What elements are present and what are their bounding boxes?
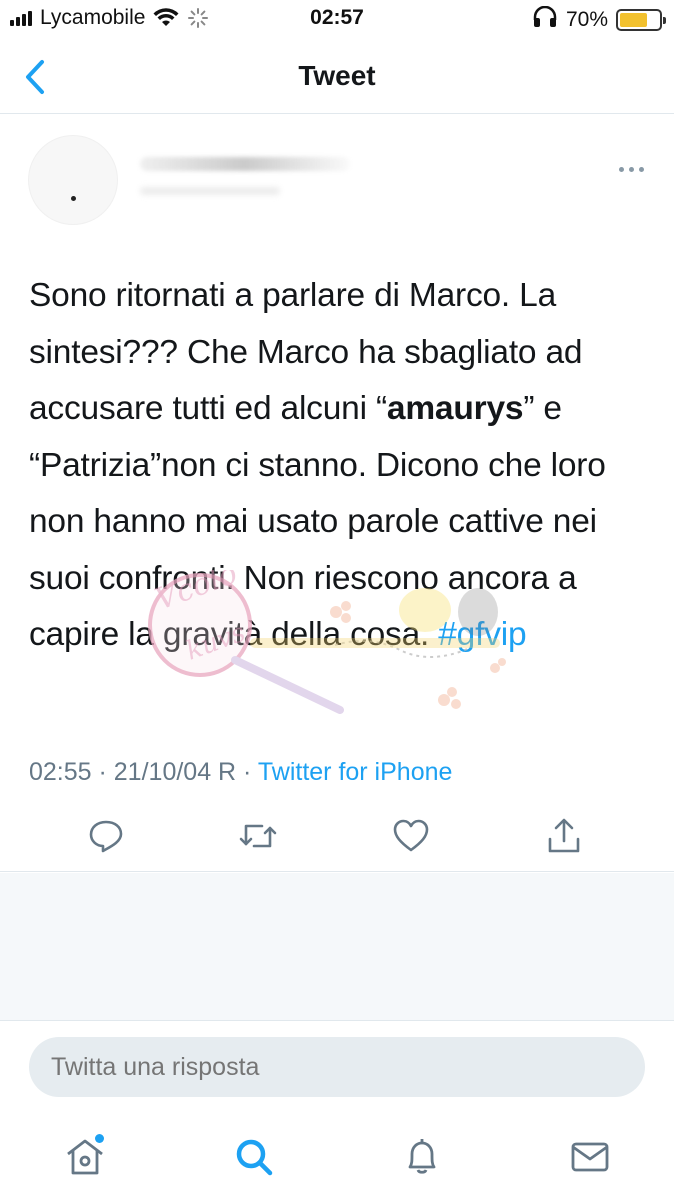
notification-dot	[95, 1134, 104, 1143]
avatar[interactable]	[28, 135, 118, 225]
like-icon	[393, 819, 429, 852]
share-button[interactable]	[544, 816, 584, 856]
author-name-redacted	[140, 157, 350, 171]
like-button[interactable]	[391, 816, 431, 856]
more-dot-icon	[618, 166, 624, 172]
status-bar: Lycamobile 02:57 70%	[0, 0, 674, 40]
author-handle-redacted	[140, 187, 280, 195]
more-dot-icon	[628, 166, 634, 172]
tab-search[interactable]	[229, 1132, 279, 1182]
tab-messages[interactable]	[565, 1132, 615, 1182]
tab-home[interactable]	[60, 1132, 110, 1182]
status-right: 70%	[532, 5, 666, 33]
tweet-time: 02:55	[29, 758, 92, 786]
tweet-date: 21/10/04 R	[113, 758, 237, 786]
more-options-button[interactable]	[614, 159, 648, 179]
tweet-text: Sono ritornati a parlare di Marco. La si…	[29, 268, 649, 664]
notifications-icon	[408, 1139, 436, 1174]
share-icon	[548, 818, 580, 853]
retweet-button[interactable]	[238, 816, 278, 856]
meta-separator: ·	[236, 758, 258, 786]
messages-icon	[571, 1142, 609, 1172]
tweet-source-link[interactable]: Twitter for iPhone	[258, 758, 453, 786]
page-title: Tweet	[298, 60, 376, 91]
nav-bar: Tweet	[0, 40, 674, 114]
headphones-icon	[532, 5, 558, 33]
tab-notifications[interactable]	[397, 1132, 447, 1182]
tweet-text-bold: amaurys	[386, 390, 524, 427]
search-icon	[236, 1139, 273, 1176]
reply-input[interactable]	[29, 1037, 645, 1097]
tweet-meta: 02:55 · 21/10/04 R · Twitter for iPhone	[29, 758, 452, 787]
tweet-actions	[0, 810, 674, 872]
tab-bar	[0, 1112, 674, 1200]
hashtag-link[interactable]: #gfvip	[438, 616, 526, 653]
replies-area	[0, 873, 674, 1021]
tweet-author[interactable]	[28, 135, 648, 235]
tweet-text-part-2: ” e “Patrizia”non ci stanno. Dicono che …	[29, 390, 606, 653]
meta-separator: ·	[91, 758, 114, 786]
battery-percent: 70%	[565, 7, 608, 31]
battery-level	[620, 12, 647, 27]
more-dot-icon	[638, 166, 644, 172]
retweet-icon	[239, 824, 277, 848]
reply-icon	[89, 820, 123, 853]
reply-button[interactable]	[86, 816, 126, 856]
battery-icon	[616, 8, 666, 31]
